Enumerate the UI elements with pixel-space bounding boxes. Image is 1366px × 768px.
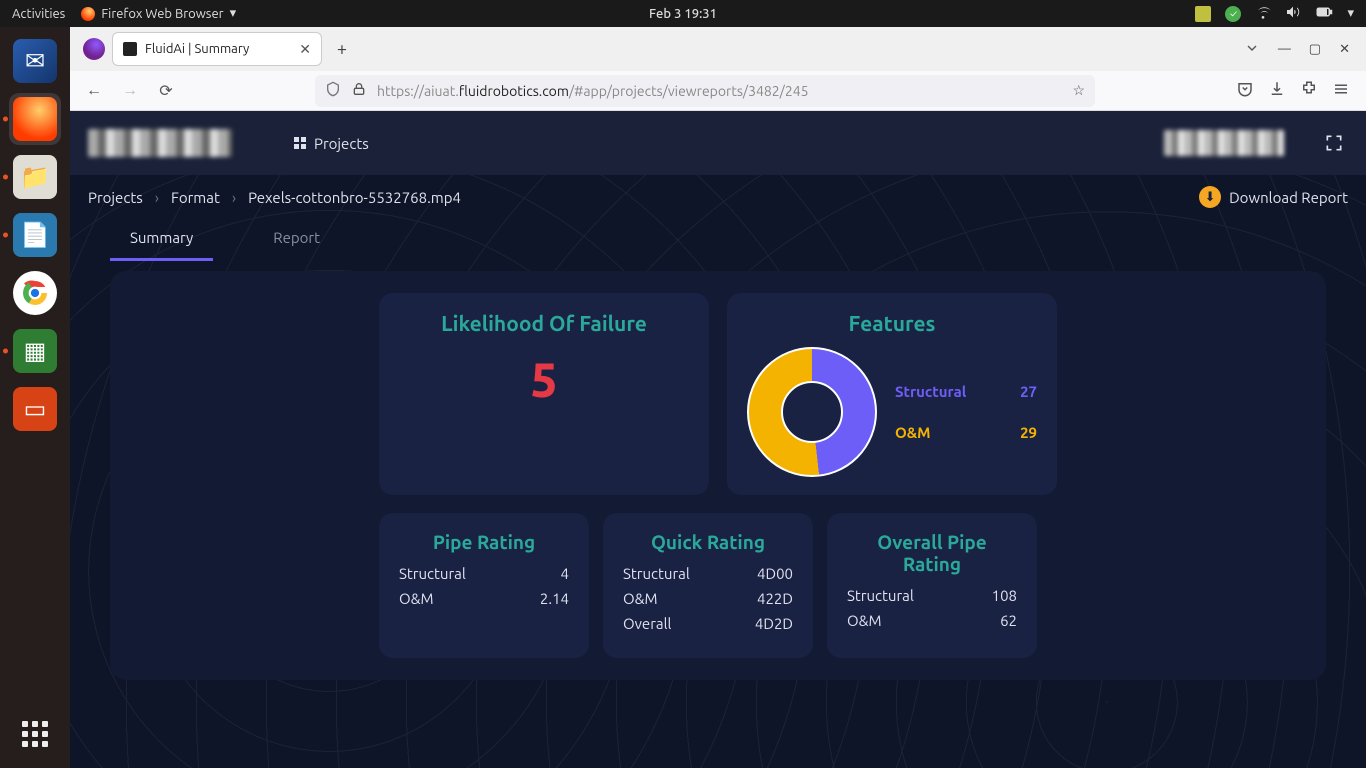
clock[interactable]: Feb 3 19:31: [649, 7, 717, 21]
maximize-icon[interactable]: ▢: [1309, 42, 1321, 57]
reload-button[interactable]: ⟳: [152, 77, 180, 105]
app-menu-label: Firefox Web Browser: [101, 7, 223, 21]
pipe-rating-title: Pipe Rating: [399, 531, 569, 553]
breadcrumb: Projects › Format › Pexels-cottonbro-553…: [70, 175, 1366, 219]
cloud-download-icon: ⬇: [1199, 186, 1221, 208]
overall-rating-title: Overall Pipe Rating: [847, 531, 1017, 575]
page-tabs: Summary Report: [70, 219, 1366, 261]
update-ready-icon[interactable]: ✓: [1225, 6, 1241, 22]
app-menu[interactable]: Firefox Web Browser ▾: [81, 6, 236, 21]
firefox-view-icon[interactable]: [80, 35, 108, 63]
firefox-window: FluidAi | Summary ✕ + — ▢ ✕ ← → ⟳ https:…: [70, 27, 1366, 768]
app-header: Projects: [70, 111, 1366, 175]
close-tab-icon[interactable]: ✕: [299, 41, 311, 58]
lock-icon[interactable]: [351, 81, 367, 100]
pr-structural-value: 4: [561, 565, 569, 582]
or-structural-value: 108: [992, 587, 1017, 604]
quick-rating-card: Quick Rating Structural 4D00 O&M 422D Over…: [603, 513, 813, 658]
dock-impress[interactable]: ▭: [9, 383, 61, 435]
pr-structural-label: Structural: [399, 565, 466, 582]
likelihood-card: Likelihood Of Failure 5: [379, 293, 709, 495]
favicon-icon: [123, 42, 137, 56]
tab-summary[interactable]: Summary: [110, 219, 213, 261]
overall-rating-card: Overall Pipe Rating Structural 108 O&M 62: [827, 513, 1037, 658]
dock-firefox[interactable]: [9, 93, 61, 145]
dock-thunderbird[interactable]: ✉: [9, 35, 61, 87]
download-report-label: Download Report: [1229, 189, 1348, 206]
qr-overall-value: 4D2D: [755, 615, 793, 632]
tab-report[interactable]: Report: [253, 219, 340, 261]
nav-projects[interactable]: Projects: [294, 135, 369, 152]
tab-title: FluidAi | Summary: [145, 42, 291, 56]
pr-om-value: 2.14: [540, 590, 569, 607]
new-tab-button[interactable]: +: [328, 35, 356, 63]
dock-writer[interactable]: 📄: [9, 209, 61, 261]
firefox-indicator-icon: [81, 7, 95, 21]
pr-om-label: O&M: [399, 590, 434, 607]
pocket-icon[interactable]: [1236, 80, 1254, 102]
pipe-rating-card: Pipe Rating Structural 4 O&M 2.14: [379, 513, 589, 658]
ubuntu-dock: ✉ 📁 📄 ▦ ▭: [0, 27, 70, 768]
features-card: Features Structural 27 O&M 29: [727, 293, 1057, 495]
qr-om-value: 422D: [757, 590, 793, 607]
crumb-format[interactable]: Format: [171, 189, 220, 206]
likelihood-title: Likelihood Of Failure: [399, 311, 689, 335]
browser-tab[interactable]: FluidAi | Summary ✕: [112, 32, 322, 66]
volume-icon[interactable]: [1285, 4, 1301, 23]
legend-structural-label: Structural: [895, 383, 966, 400]
navigation-toolbar: ← → ⟳ https://aiuat.fluidrobotics.com/#a…: [70, 71, 1366, 111]
chevron-right-icon: ›: [232, 189, 236, 206]
battery-icon[interactable]: [1315, 3, 1333, 24]
or-structural-label: Structural: [847, 587, 914, 604]
fullscreen-icon[interactable]: [1320, 129, 1348, 157]
nav-projects-label: Projects: [314, 135, 369, 152]
features-donut-chart: [747, 347, 877, 477]
qr-structural-value: 4D00: [757, 565, 793, 582]
tab-strip: FluidAi | Summary ✕ + — ▢ ✕: [70, 27, 1366, 71]
wifi-icon[interactable]: [1255, 4, 1271, 23]
legend-om-value: 29: [1020, 424, 1037, 441]
grid-icon: [294, 137, 306, 149]
legend-structural-value: 27: [1020, 383, 1037, 400]
likelihood-value: 5: [399, 353, 689, 407]
shield-icon[interactable]: [325, 81, 341, 100]
app-menu-icon[interactable]: [1332, 80, 1350, 102]
minimize-icon[interactable]: —: [1278, 42, 1291, 56]
chevron-right-icon: ›: [155, 189, 159, 206]
dock-files[interactable]: 📁: [9, 151, 61, 203]
user-menu[interactable]: [1164, 130, 1284, 156]
app-viewport: Projects Projects › Format › Pexels-cott…: [70, 111, 1366, 768]
note-tray-icon[interactable]: [1195, 6, 1211, 22]
features-title: Features: [747, 311, 1037, 335]
bookmark-star-icon[interactable]: ☆: [1072, 82, 1085, 99]
qr-overall-label: Overall: [623, 615, 671, 632]
chevron-down-icon: ▾: [230, 6, 237, 21]
downloads-icon[interactable]: [1268, 80, 1286, 102]
quick-rating-title: Quick Rating: [623, 531, 793, 553]
close-window-icon[interactable]: ✕: [1339, 42, 1350, 57]
summary-panel: Likelihood Of Failure 5 Features Structu…: [110, 271, 1326, 680]
crumb-projects[interactable]: Projects: [88, 189, 143, 206]
back-button[interactable]: ←: [80, 77, 108, 105]
features-legend: Structural 27 O&M 29: [895, 383, 1037, 441]
qr-structural-label: Structural: [623, 565, 690, 582]
qr-om-label: O&M: [623, 590, 658, 607]
or-om-label: O&M: [847, 612, 882, 629]
dock-chrome[interactable]: [9, 267, 61, 319]
url-text: https://aiuat.fluidrobotics.com/#app/pro…: [377, 83, 809, 99]
or-om-value: 62: [1000, 612, 1017, 629]
address-bar[interactable]: https://aiuat.fluidrobotics.com/#app/pro…: [315, 75, 1095, 107]
extensions-icon[interactable]: [1300, 80, 1318, 102]
forward-button: →: [116, 77, 144, 105]
dock-calc[interactable]: ▦: [9, 325, 61, 377]
legend-om-label: O&M: [895, 424, 931, 441]
download-report-button[interactable]: ⬇ Download Report: [1199, 186, 1348, 208]
app-logo[interactable]: [88, 129, 232, 157]
show-applications[interactable]: [15, 714, 55, 754]
chevron-down-icon[interactable]: ▾: [1347, 6, 1354, 21]
crumb-file[interactable]: Pexels-cottonbro-5532768.mp4: [248, 189, 461, 206]
list-tabs-icon[interactable]: [1244, 40, 1260, 59]
activities-button[interactable]: Activities: [12, 7, 65, 21]
gnome-top-bar: Activities Firefox Web Browser ▾ Feb 3 1…: [0, 0, 1366, 27]
